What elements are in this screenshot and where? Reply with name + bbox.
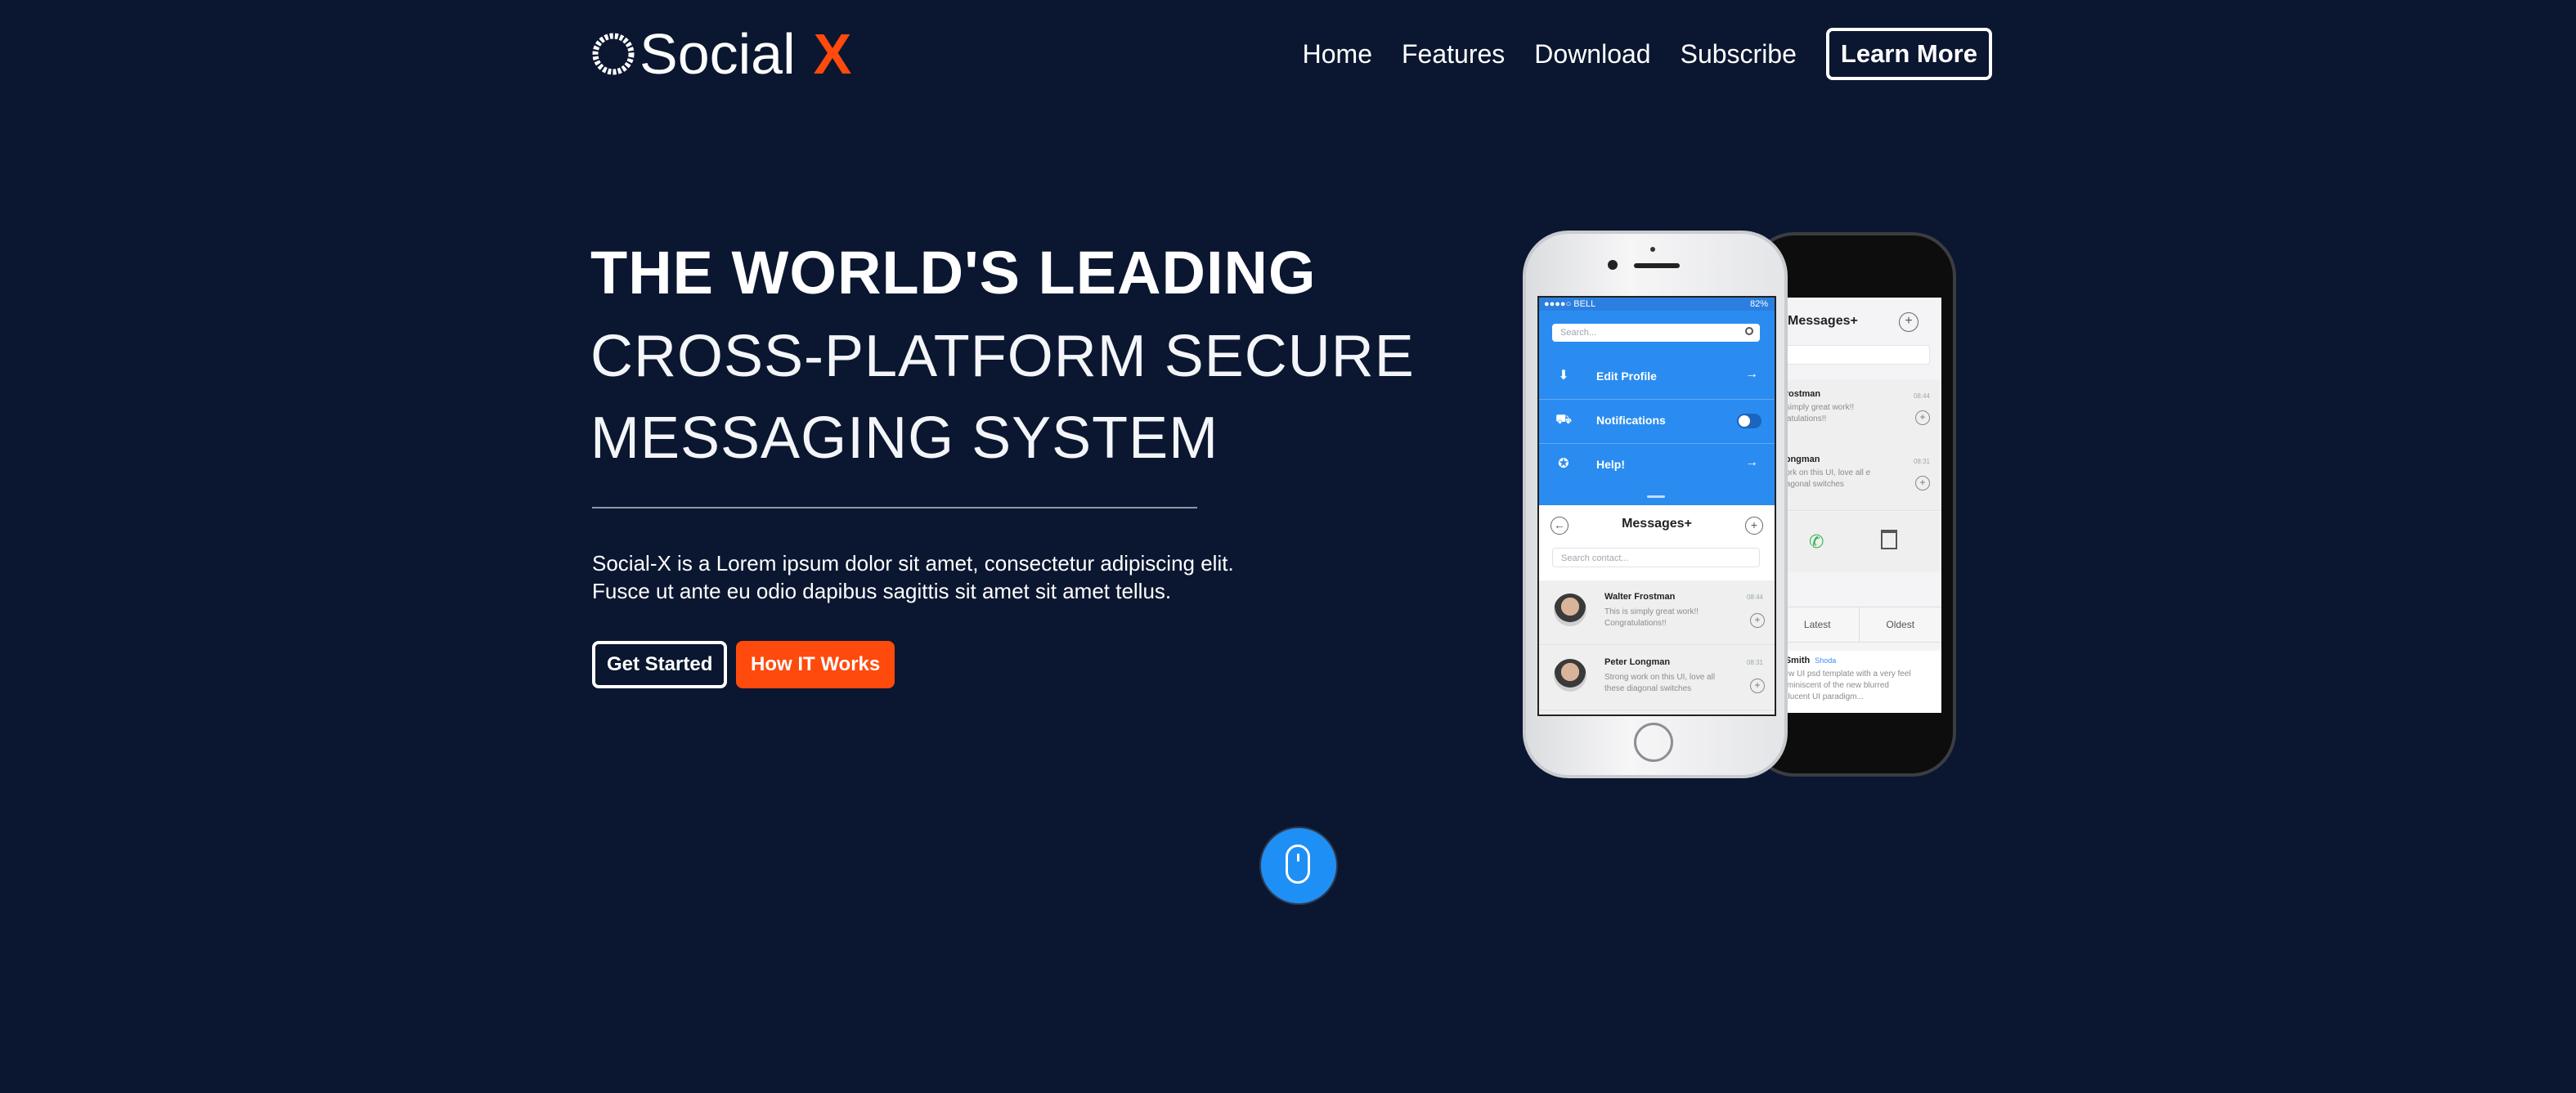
hero-description-line1: Social-X is a Lorem ipsum dolor sit amet… — [592, 551, 1234, 576]
learn-more-button[interactable]: Learn More — [1825, 28, 1992, 80]
back-last-name: t Smith Shoda — [1779, 656, 1836, 665]
phone-front-screen: ●●●●○ BELL 82% Search... ⬇ Edit Profile … — [1537, 296, 1776, 716]
plus-icon: + — [1750, 613, 1765, 628]
notifications-toggle — [1737, 414, 1761, 428]
brand-accent: X — [813, 22, 852, 86]
message-text: This is simply great work!! Congratulati… — [1604, 607, 1699, 628]
back-last-text: new UI psd template with a very feel rem… — [1779, 670, 1911, 701]
circle-logo-icon — [592, 33, 635, 75]
messages-header: ← Messages+ + — [1539, 507, 1775, 543]
hero-title-bold: THE WORLD'S LEADING — [590, 239, 1317, 307]
message-sender: Walter Frostman — [1604, 592, 1676, 602]
message-list: Walter Frostman This is simply great wor… — [1539, 580, 1775, 714]
messages-title: Messages+ — [1622, 517, 1692, 531]
message-time: 08:44 — [1746, 594, 1763, 601]
scroll-down-button[interactable] — [1261, 828, 1336, 903]
hero-title-light: CROSS-PLATFORM SECURE MESSAGING SYSTEM — [590, 316, 1415, 479]
phone-home-button — [1634, 723, 1673, 762]
plus-icon: + — [1750, 679, 1765, 693]
arrow-right-icon: → — [1745, 367, 1758, 381]
message-sender: Peter Longman — [1604, 657, 1671, 667]
back-message-text: s simply great work!! gratulations!! — [1779, 403, 1855, 423]
nav-download[interactable]: Download — [1534, 39, 1650, 69]
settings-panel: ●●●●○ BELL 82% Search... ⬇ Edit Profile … — [1539, 298, 1775, 505]
back-search-field — [1781, 345, 1930, 365]
nav-features[interactable]: Features — [1402, 39, 1505, 69]
brand-logo[interactable]: Social X — [590, 25, 851, 83]
screen-search-placeholder: Search... — [1560, 328, 1597, 338]
status-battery: 82% — [1749, 299, 1768, 309]
mouse-wheel — [1297, 853, 1299, 862]
tab-latest: Latest — [1803, 619, 1831, 630]
sort-tabs: Latest Oldest — [1776, 607, 1941, 643]
tab-oldest: Oldest — [1858, 607, 1942, 642]
hero-divider — [592, 507, 1197, 508]
menu-label: Notifications — [1596, 414, 1666, 427]
nav-home[interactable]: Home — [1303, 39, 1372, 69]
hero-description-line2: Fusce ut ante eu odio dapibus sagittis s… — [592, 579, 1172, 603]
main-nav: Home Features Download Subscribe Learn M… — [1273, 28, 1992, 80]
back-message-text: work on this UI, love all e diagonal swi… — [1779, 468, 1871, 489]
avatar — [1554, 594, 1586, 626]
message-row: Walter Frostman This is simply great wor… — [1539, 580, 1775, 645]
hero-title-line2: CROSS-PLATFORM SECURE — [590, 324, 1415, 389]
back-message-time: 08:44 — [1913, 392, 1930, 400]
nav-subscribe[interactable]: Subscribe — [1681, 39, 1797, 69]
hero-description: Social-X is a Lorem ipsum dolor sit amet… — [592, 549, 1295, 605]
menu-label: Help! — [1596, 458, 1625, 471]
contact-search-placeholder: Search contact... — [1561, 553, 1629, 563]
menu-label: Edit Profile — [1596, 370, 1657, 383]
status-bar: ●●●●○ BELL 82% — [1539, 298, 1775, 311]
message-row: Peter Longman Strong work on this UI, lo… — [1539, 646, 1775, 710]
plus-icon: + — [1899, 312, 1919, 332]
plus-icon: + — [1915, 476, 1930, 491]
brand-name: Social — [640, 22, 796, 86]
phone-speaker — [1634, 263, 1680, 268]
status-carrier: ●●●●○ BELL — [1544, 299, 1596, 309]
contact-search-field: Search contact... — [1552, 548, 1760, 567]
menu-row-help: ✪ Help! → — [1539, 443, 1775, 487]
hero-title-line3: MESSAGING SYSTEM — [590, 405, 1219, 471]
avatar — [1554, 659, 1586, 692]
lifebuoy-icon: ✪ — [1558, 457, 1569, 471]
back-message-row: Longman work on this UI, love all e diag… — [1776, 445, 1941, 511]
back-last-message: t Smith Shoda new UI psd template with a … — [1776, 651, 1941, 713]
phone-back-screen: Messages+ + Frostman s simply great work… — [1776, 298, 1941, 713]
panel-handle — [1647, 495, 1665, 498]
back-message-time: 08:31 — [1913, 458, 1930, 465]
arrow-right-icon: → — [1745, 455, 1758, 469]
trash-icon — [1881, 530, 1897, 549]
download-icon: ⬇ — [1558, 369, 1569, 383]
back-messages-title: Messages+ — [1788, 314, 1858, 328]
how-it-works-button[interactable]: How IT Works — [736, 641, 895, 688]
search-icon — [1745, 327, 1753, 335]
landing-page: Social X Home Features Download Subscrib… — [0, 0, 2576, 1093]
car-icon: ⛟ — [1555, 413, 1573, 427]
phone-camera — [1608, 260, 1618, 270]
plus-icon: + — [1745, 517, 1763, 535]
swipe-actions: ✆ — [1776, 512, 1941, 572]
back-last-tag: Shoda — [1815, 656, 1837, 665]
get-started-button[interactable]: Get Started — [592, 641, 728, 688]
back-message-row: Frostman s simply great work!! gratulati… — [1776, 379, 1941, 446]
menu-row-edit-profile: ⬇ Edit Profile → — [1539, 355, 1775, 400]
phone-icon: ✆ — [1809, 531, 1824, 552]
message-time: 08:31 — [1746, 659, 1763, 666]
phone-sensor — [1650, 247, 1655, 252]
menu-row-notifications: ⛟ Notifications — [1539, 399, 1775, 444]
screen-search-field: Search... — [1552, 324, 1760, 342]
mouse-icon — [1286, 844, 1310, 884]
message-text: Strong work on this UI, love all these d… — [1604, 673, 1716, 693]
plus-icon: + — [1915, 410, 1930, 425]
